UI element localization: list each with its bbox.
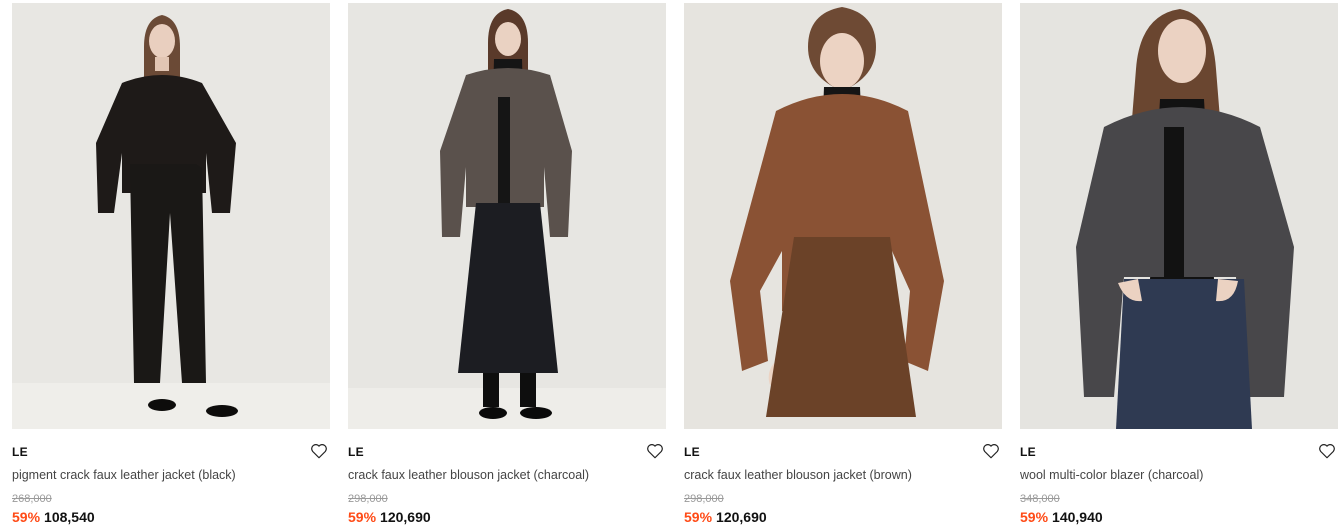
sale-price: 120,690 (380, 509, 431, 525)
original-price: 348,000 (1020, 493, 1060, 505)
product-name[interactable]: wool multi-color blazer (charcoal) (1020, 468, 1203, 482)
heart-outline-icon[interactable] (646, 442, 664, 460)
sale-price: 120,690 (716, 509, 767, 525)
sale-price: 108,540 (44, 509, 95, 525)
brand-name[interactable]: LE (12, 445, 28, 459)
sale-price: 140,940 (1052, 509, 1103, 525)
product-info: LE crack faux leather blouson jacket (br… (684, 429, 1002, 530)
product-name[interactable]: pigment crack faux leather jacket (black… (12, 468, 236, 482)
sale-price-line: 59% 140,940 (1020, 509, 1103, 525)
product-image[interactable] (348, 3, 666, 429)
product-image[interactable] (12, 3, 330, 429)
product-info: LE wool multi-color blazer (charcoal) 34… (1020, 429, 1338, 530)
product-image[interactable] (684, 3, 1002, 429)
product-card[interactable]: LE crack faux leather blouson jacket (ch… (348, 3, 666, 530)
original-price: 298,000 (684, 493, 724, 505)
brand-name[interactable]: LE (348, 445, 364, 459)
product-card[interactable]: LE crack faux leather blouson jacket (br… (684, 3, 1002, 530)
discount-rate: 59% (684, 509, 713, 525)
discount-rate: 59% (1020, 509, 1049, 525)
model-photo-brown-blouson (684, 3, 1002, 429)
discount-rate: 59% (348, 509, 377, 525)
product-info: LE pigment crack faux leather jacket (bl… (12, 429, 330, 530)
model-photo-black-leather-jacket (12, 3, 330, 429)
sale-price-line: 59% 120,690 (684, 509, 767, 525)
product-image[interactable] (1020, 3, 1338, 429)
brand-name[interactable]: LE (684, 445, 700, 459)
original-price: 298,000 (348, 493, 388, 505)
product-name[interactable]: crack faux leather blouson jacket (brown… (684, 468, 912, 482)
product-grid: LE pigment crack faux leather jacket (bl… (0, 0, 1343, 530)
product-name[interactable]: crack faux leather blouson jacket (charc… (348, 468, 589, 482)
product-card[interactable]: LE wool multi-color blazer (charcoal) 34… (1020, 3, 1338, 530)
model-photo-charcoal-blouson (348, 3, 666, 429)
heart-outline-icon[interactable] (982, 442, 1000, 460)
discount-rate: 59% (12, 509, 41, 525)
model-photo-charcoal-blazer (1020, 3, 1338, 429)
original-price: 268,000 (12, 493, 52, 505)
heart-outline-icon[interactable] (310, 442, 328, 460)
brand-name[interactable]: LE (1020, 445, 1036, 459)
product-info: LE crack faux leather blouson jacket (ch… (348, 429, 666, 530)
heart-outline-icon[interactable] (1318, 442, 1336, 460)
product-card[interactable]: LE pigment crack faux leather jacket (bl… (12, 3, 330, 530)
sale-price-line: 59% 108,540 (12, 509, 95, 525)
sale-price-line: 59% 120,690 (348, 509, 431, 525)
